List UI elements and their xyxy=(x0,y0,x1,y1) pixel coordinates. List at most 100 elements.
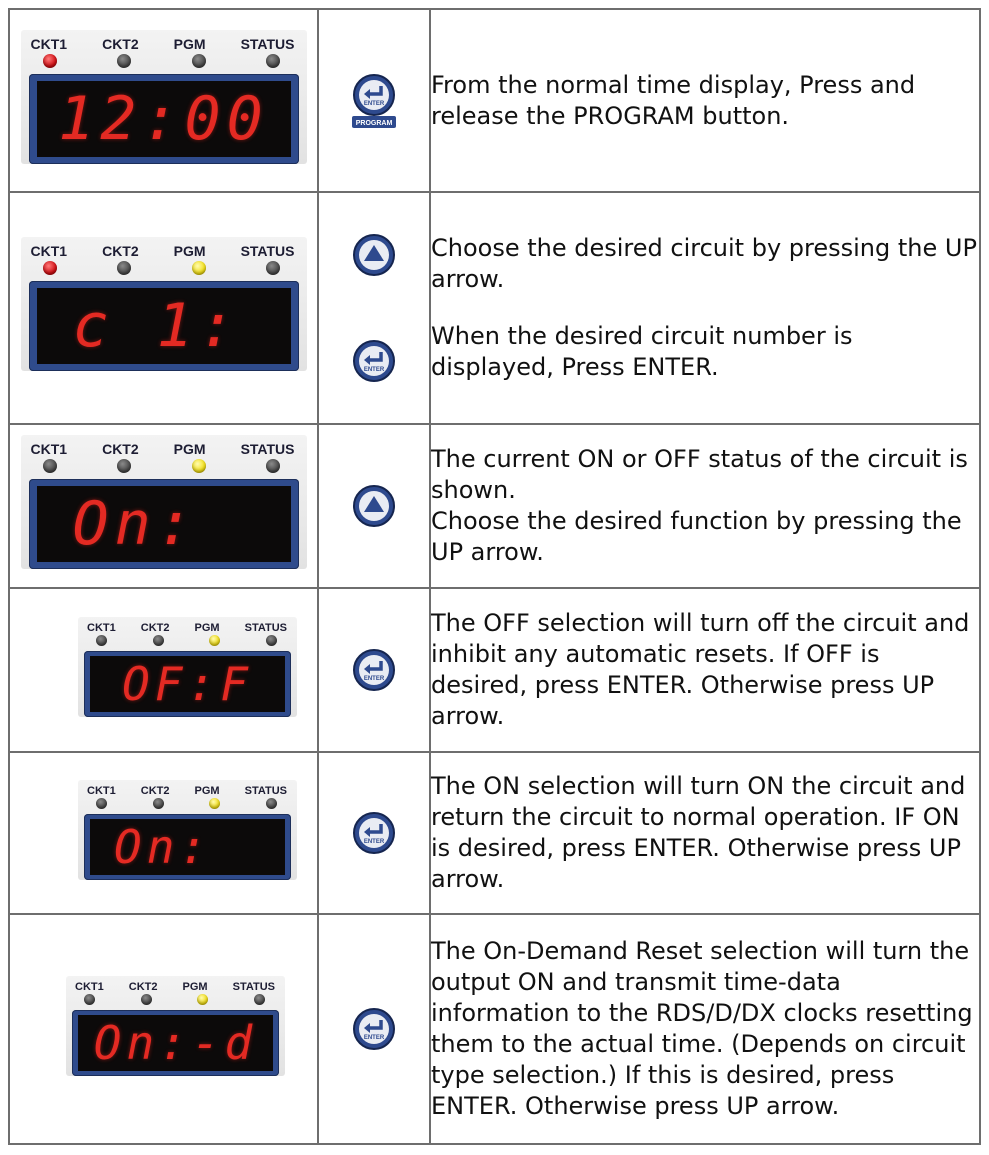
panel-labels: CKT1 CKT2 PGM STATUS xyxy=(66,976,285,993)
clock-panel-image: CKT1 CKT2 PGM STATUS On: xyxy=(20,435,307,569)
button-cell: ENTER xyxy=(317,191,431,425)
pgm-led xyxy=(209,798,221,809)
clock-panel-image: CKT1 CKT2 PGM STATUS 12:00 xyxy=(20,29,307,164)
ckt1-led xyxy=(42,261,57,275)
step-row-4: CKT1 CKT2 PGM STATUS OF:F ENTER The OFF … xyxy=(8,587,981,753)
clock-panel-image: CKT1 CKT2 PGM STATUS On:-d xyxy=(66,976,285,1076)
ckt1-label: CKT1 xyxy=(30,441,68,457)
ckt1-led xyxy=(84,994,95,1005)
instruction-text: The current ON or OFF status of the circ… xyxy=(431,445,968,504)
svg-text:ENTER: ENTER xyxy=(364,1035,385,1041)
display-bezel: c 1: xyxy=(28,281,299,371)
enter-program-button-icon: ENTER PROGRAM xyxy=(319,73,429,129)
ckt2-label: CKT2 xyxy=(128,981,158,993)
panel-cell: CKT1 CKT2 PGM STATUS On:-d xyxy=(8,913,319,1145)
ckt2-led xyxy=(152,798,164,809)
display-bezel: On:-d xyxy=(72,1010,279,1076)
pgm-led xyxy=(191,459,206,473)
svg-text:ENTER: ENTER xyxy=(364,367,385,373)
display-readout: On:-d xyxy=(93,1016,258,1070)
ckt2-led xyxy=(117,53,132,68)
clock-panel-image: CKT1 CKT2 PGM STATUS OF:F xyxy=(78,617,297,717)
pgm-led xyxy=(197,994,209,1005)
pgm-led xyxy=(191,261,206,275)
enter-button-icon: ENTER xyxy=(319,648,429,692)
led-row xyxy=(21,457,307,473)
status-led xyxy=(266,459,281,473)
status-label: STATUS xyxy=(244,785,287,797)
instruction-text: When the desired circuit number is displ… xyxy=(431,322,853,381)
display-bezel: 12:00 xyxy=(28,73,299,164)
led-display: 12:00 xyxy=(36,80,291,157)
clock-panel-image: CKT1 CKT2 PGM STATUS On: xyxy=(78,780,297,880)
svg-text:ENTER: ENTER xyxy=(364,676,385,682)
display-readout: 12:00 xyxy=(58,83,269,154)
display-readout: On: xyxy=(72,489,199,559)
pgm-label: PGM xyxy=(194,622,220,634)
status-label: STATUS xyxy=(232,981,275,993)
instruction-text: Choose the desired function by pressing … xyxy=(431,507,962,566)
status-label: STATUS xyxy=(240,35,295,52)
led-display: c 1: xyxy=(36,288,291,364)
display-bezel: OF:F xyxy=(84,651,291,717)
panel-cell: CKT1 CKT2 PGM STATUS On: xyxy=(8,423,319,589)
led-row xyxy=(78,634,297,646)
step-row-2: CKT1 CKT2 PGM STATUS c 1: ENTER Choose t… xyxy=(8,191,981,425)
step-row-1: CKT1 CKT2 PGM STATUS 12:00 ENTER PROGRAM… xyxy=(8,8,981,193)
pgm-led xyxy=(191,53,206,68)
instruction-cell: The On-Demand Reset selection will turn … xyxy=(429,913,981,1145)
ckt2-label: CKT2 xyxy=(102,35,139,52)
led-display: OF:F xyxy=(90,656,285,712)
ckt2-label: CKT2 xyxy=(102,243,139,259)
button-cell: ENTER xyxy=(317,587,431,753)
led-display: On: xyxy=(90,819,285,875)
status-led xyxy=(253,994,265,1005)
instruction-text: The On-Demand Reset selection will turn … xyxy=(431,937,973,1120)
ckt1-led xyxy=(96,635,107,646)
pgm-label: PGM xyxy=(173,441,206,457)
ckt1-label: CKT1 xyxy=(30,35,68,52)
panel-labels: CKT1 CKT2 PGM STATUS xyxy=(21,435,307,457)
panel-labels: CKT1 CKT2 PGM STATUS xyxy=(78,780,297,797)
status-led xyxy=(265,798,277,809)
svg-text:ENTER: ENTER xyxy=(364,101,385,107)
panel-labels: CKT1 CKT2 PGM STATUS xyxy=(78,617,297,634)
panel-cell: CKT1 CKT2 PGM STATUS On: xyxy=(8,751,319,915)
display-bezel: On: xyxy=(28,479,299,569)
button-cell xyxy=(317,423,431,589)
step-row-6: CKT1 CKT2 PGM STATUS On:-d ENTER The On-… xyxy=(8,913,981,1145)
step-row-5: CKT1 CKT2 PGM STATUS On: ENTER The ON se… xyxy=(8,751,981,915)
ckt1-led xyxy=(96,798,107,809)
display-bezel: On: xyxy=(84,814,291,880)
status-led xyxy=(265,635,277,646)
status-label: STATUS xyxy=(244,622,287,634)
pgm-led xyxy=(209,635,221,646)
pgm-label: PGM xyxy=(173,35,206,52)
instruction-cell: From the normal time display, Press and … xyxy=(429,8,981,193)
led-row xyxy=(21,259,307,275)
pgm-label: PGM xyxy=(194,785,220,797)
up-arrow-button-icon xyxy=(319,484,429,528)
status-label: STATUS xyxy=(240,441,295,457)
ckt2-led xyxy=(117,459,132,473)
led-row xyxy=(78,797,297,809)
svg-text:ENTER: ENTER xyxy=(364,839,385,845)
display-readout: OF:F xyxy=(122,657,253,711)
ckt1-led xyxy=(42,53,57,68)
status-led xyxy=(266,261,281,275)
ckt2-label: CKT2 xyxy=(140,622,170,634)
ckt2-led xyxy=(152,635,164,646)
instruction-cell: The OFF selection will turn off the circ… xyxy=(429,587,981,753)
button-cell: ENTER PROGRAM xyxy=(317,8,431,193)
enter-button-icon: ENTER xyxy=(319,811,429,855)
instruction-text: The OFF selection will turn off the circ… xyxy=(431,609,970,730)
svg-text:PROGRAM: PROGRAM xyxy=(356,120,393,127)
led-row xyxy=(66,993,285,1005)
panel-labels: CKT1 CKT2 PGM STATUS xyxy=(21,237,307,259)
led-display: On:-d xyxy=(78,1015,273,1071)
pgm-label: PGM xyxy=(173,243,206,259)
up-arrow-button-icon xyxy=(352,233,396,277)
panel-labels: CKT1 CKT2 PGM STATUS xyxy=(21,30,307,52)
ckt2-label: CKT2 xyxy=(140,785,170,797)
led-display: On: xyxy=(36,486,291,562)
